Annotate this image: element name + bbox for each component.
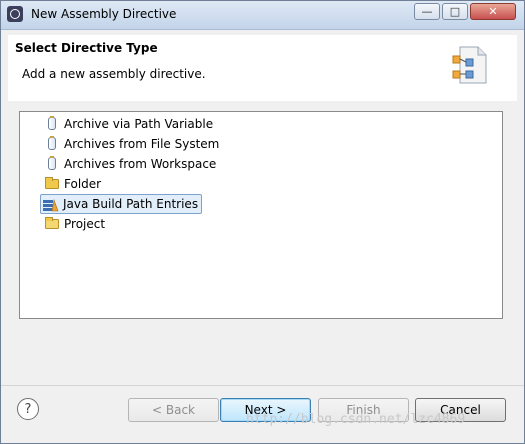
back-button[interactable]: < Back bbox=[128, 398, 219, 422]
list-item-folder[interactable]: Folder bbox=[42, 175, 104, 193]
minimize-icon: — bbox=[421, 5, 433, 18]
page-description: Add a new assembly directive. bbox=[22, 67, 206, 81]
list-item-label: Project bbox=[64, 217, 106, 231]
page-title: Select Directive Type bbox=[15, 41, 158, 55]
list-item-label: Folder bbox=[64, 177, 102, 191]
list-item-label: Java Build Path Entries bbox=[63, 197, 199, 211]
help-icon: ? bbox=[24, 401, 32, 417]
dialog-window: New Assembly Directive — □ ✕ Select Dire… bbox=[0, 0, 525, 444]
wizard-header: Select Directive Type Add a new assembly… bbox=[8, 35, 517, 102]
eclipse-app-icon bbox=[7, 6, 23, 22]
jar-icon bbox=[44, 116, 60, 132]
assembly-wizard-icon bbox=[452, 46, 487, 84]
title-bar[interactable]: New Assembly Directive — □ ✕ bbox=[1, 1, 524, 30]
folder-icon bbox=[44, 176, 60, 192]
window-title: New Assembly Directive bbox=[31, 7, 177, 21]
watermark-text: http://blog.csdn.net/lzc4869 bbox=[246, 412, 466, 427]
java-build-path-icon bbox=[43, 196, 59, 212]
list-item-archives-from-workspace[interactable]: Archives from Workspace bbox=[42, 155, 219, 173]
jar-icon bbox=[44, 156, 60, 172]
directive-type-list[interactable]: Archive via Path Variable Archives from … bbox=[19, 111, 503, 319]
list-item-label: Archives from File System bbox=[64, 137, 220, 151]
help-button[interactable]: ? bbox=[17, 398, 39, 420]
list-item-java-build-path-entries[interactable]: Java Build Path Entries bbox=[40, 194, 203, 214]
close-icon: ✕ bbox=[488, 5, 498, 18]
close-button[interactable]: ✕ bbox=[470, 3, 516, 20]
maximize-button[interactable]: □ bbox=[442, 3, 468, 20]
minimize-button[interactable]: — bbox=[414, 3, 440, 20]
wizard-body: Archive via Path Variable Archives from … bbox=[8, 101, 517, 385]
project-folder-icon bbox=[44, 216, 60, 232]
jar-icon bbox=[44, 136, 60, 152]
list-item-project[interactable]: Project bbox=[42, 215, 108, 233]
list-item-label: Archives from Workspace bbox=[64, 157, 217, 171]
list-item-archives-from-file-system[interactable]: Archives from File System bbox=[42, 135, 222, 153]
list-item-archive-via-path-variable[interactable]: Archive via Path Variable bbox=[42, 115, 216, 133]
maximize-icon: □ bbox=[449, 5, 461, 18]
list-item-label: Archive via Path Variable bbox=[64, 117, 214, 131]
